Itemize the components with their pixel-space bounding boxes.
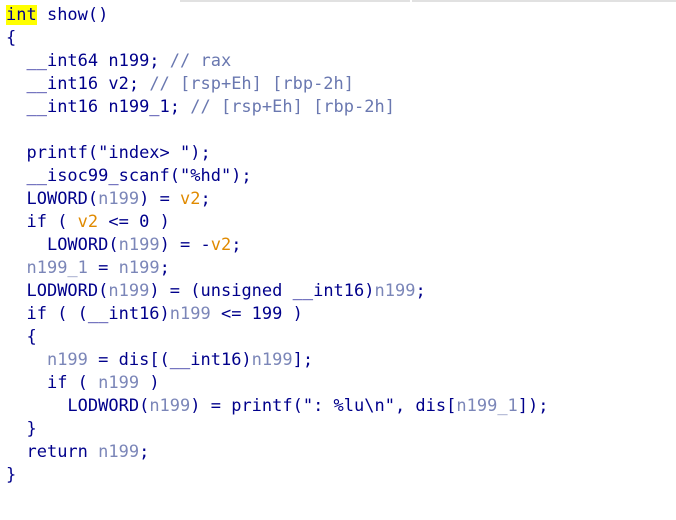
code-line[interactable]: LODWORD(n199) = printf(": %lu\n", dis[n1… (6, 395, 549, 418)
code-token[interactable]: n199 (98, 373, 139, 393)
code-token[interactable]: n199 (47, 350, 88, 370)
code-token[interactable]: n199 (98, 442, 139, 462)
code-token[interactable]: } (6, 465, 16, 485)
code-token[interactable]: { (26, 327, 36, 347)
editor-top-border (0, 0, 676, 3)
code-token[interactable]: n199 (119, 258, 160, 278)
tab-strip-segment (412, 0, 676, 2)
code-token[interactable]: show() (37, 5, 108, 25)
code-line[interactable]: __int64 n199; // rax (6, 50, 549, 73)
code-token[interactable]: LOWORD( (47, 235, 119, 255)
code-token[interactable]: LODWORD( (26, 281, 108, 301)
code-token[interactable]: n199 (119, 235, 160, 255)
code-token[interactable]: ) (139, 373, 159, 393)
pseudocode-view[interactable]: int show(){ __int64 n199; // rax __int16… (6, 4, 549, 487)
code-line[interactable]: if ( v2 <= 0 ) (6, 211, 549, 234)
code-line[interactable]: LOWORD(n199) = -v2; (6, 234, 549, 257)
code-token[interactable]: if ( (26, 212, 77, 232)
code-line[interactable]: __int16 v2; // [rsp+Eh] [rbp-2h] (6, 73, 549, 96)
code-line[interactable]: __int16 n199_1; // [rsp+Eh] [rbp-2h] (6, 96, 549, 119)
code-token[interactable]: n199 (375, 281, 416, 301)
code-line[interactable]: printf("index> "); (6, 142, 549, 165)
code-line[interactable]: __isoc99_scanf("%hd"); (6, 165, 549, 188)
code-token[interactable]: n199 (170, 304, 211, 324)
code-token[interactable]: = (88, 258, 119, 278)
code-token[interactable]: printf("index> "); (26, 143, 210, 163)
code-token[interactable]: ; (139, 442, 149, 462)
code-token[interactable]: v2 (180, 189, 200, 209)
code-token[interactable]: ]; (293, 350, 313, 370)
code-line[interactable]: if ( (__int16)n199 <= 199 ) (6, 303, 549, 326)
code-token[interactable]: ) = printf(": %lu\n", dis[ (190, 396, 456, 416)
code-token[interactable]: ) = (unsigned __int16) (149, 281, 374, 301)
code-token[interactable]: = dis[(__int16) (88, 350, 252, 370)
code-token[interactable]: ; (415, 281, 425, 301)
code-token[interactable]: n199 (98, 189, 139, 209)
code-token[interactable]: n199 (108, 281, 149, 301)
code-line[interactable]: int show() (6, 4, 549, 27)
code-token[interactable]: __int16 v2; (26, 74, 149, 94)
code-token[interactable]: LOWORD( (26, 189, 98, 209)
code-token[interactable]: ; (160, 258, 170, 278)
code-token[interactable]: v2 (211, 235, 231, 255)
code-token[interactable]: n199_1 (26, 258, 87, 278)
code-token[interactable]: int (6, 5, 37, 25)
code-token[interactable]: LODWORD( (67, 396, 149, 416)
code-token[interactable]: ]); (518, 396, 549, 416)
code-token[interactable]: n199_1 (456, 396, 517, 416)
code-token[interactable]: ; (231, 235, 241, 255)
code-token[interactable]: ) = (139, 189, 180, 209)
code-token[interactable]: return (26, 442, 98, 462)
code-token[interactable]: // [rsp+Eh] [rbp-2h] (149, 74, 354, 94)
code-token[interactable]: __isoc99_scanf("%hd"); (26, 166, 251, 186)
code-line[interactable]: } (6, 464, 549, 487)
code-line[interactable]: { (6, 27, 549, 50)
code-line[interactable]: LODWORD(n199) = (unsigned __int16)n199; (6, 280, 549, 303)
code-token[interactable]: ) = - (160, 235, 211, 255)
code-line[interactable]: LOWORD(n199) = v2; (6, 188, 549, 211)
code-token[interactable]: <= 199 ) (211, 304, 303, 324)
code-token[interactable]: if ( (47, 373, 98, 393)
code-token[interactable]: // [rsp+Eh] [rbp-2h] (190, 97, 395, 117)
code-line[interactable]: } (6, 418, 549, 441)
code-line[interactable]: { (6, 326, 549, 349)
code-line[interactable]: n199_1 = n199; (6, 257, 549, 280)
code-line[interactable]: return n199; (6, 441, 549, 464)
code-token[interactable]: ; (201, 189, 211, 209)
code-token[interactable]: if ( (__int16) (26, 304, 169, 324)
code-token[interactable]: n199 (252, 350, 293, 370)
code-token[interactable]: // rax (170, 51, 231, 71)
code-token[interactable]: <= 0 ) (98, 212, 169, 232)
code-token[interactable]: v2 (78, 212, 98, 232)
code-token[interactable]: n199 (149, 396, 190, 416)
code-line[interactable] (6, 119, 549, 142)
tab-strip-segment (180, 0, 410, 2)
code-token[interactable]: } (26, 419, 36, 439)
code-token[interactable]: __int64 n199; (26, 51, 169, 71)
code-line[interactable]: if ( n199 ) (6, 372, 549, 395)
code-token[interactable]: __int16 n199_1; (26, 97, 190, 117)
code-line[interactable]: n199 = dis[(__int16)n199]; (6, 349, 549, 372)
code-token[interactable]: { (6, 28, 16, 48)
